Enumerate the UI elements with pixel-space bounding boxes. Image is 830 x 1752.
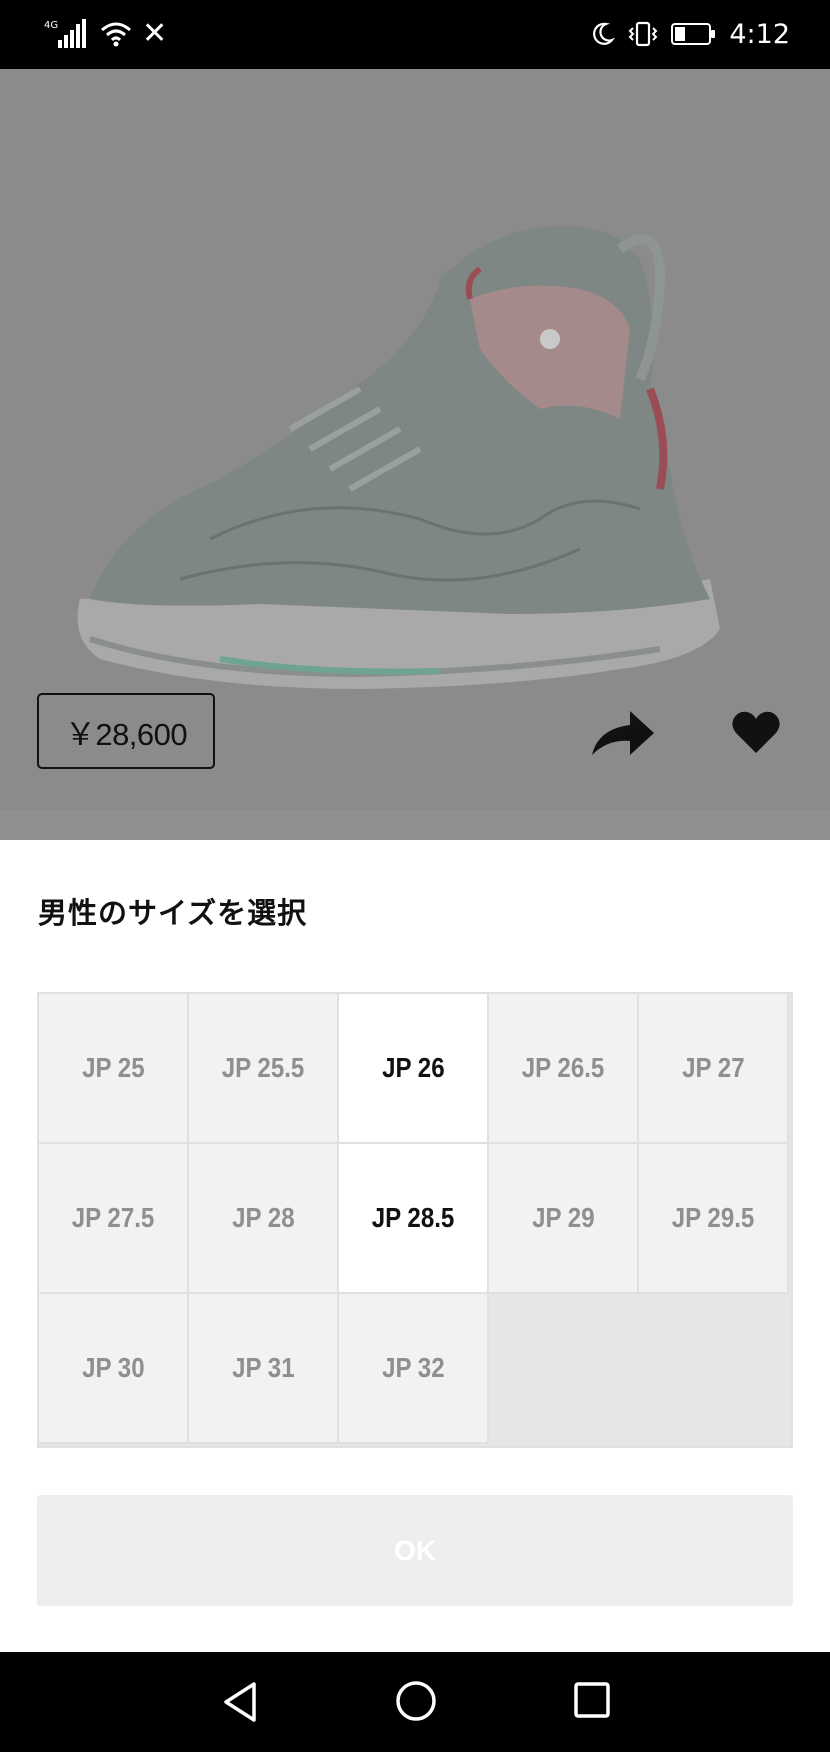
ok-button[interactable]: OK — [37, 1495, 793, 1606]
moon-icon — [593, 22, 616, 45]
price-tag: ￥28,600 — [37, 693, 215, 769]
heart-icon[interactable] — [730, 707, 782, 759]
network-label: 4G — [44, 20, 58, 31]
size-option[interactable]: JP 25 — [39, 994, 189, 1144]
size-selection-sheet: 男性のサイズを選択 JP 25 JP 25.5 JP 26 JP 26.5 JP 27 J… — [0, 840, 830, 1652]
size-grid: JP 25 JP 25.5 JP 26 JP 26.5 JP 27 JP 27.5 JP 2… — [37, 992, 793, 1448]
size-option[interactable]: JP 28.5 — [339, 1144, 489, 1294]
wifi-icon — [101, 22, 131, 47]
signal-icon: 4G — [44, 19, 86, 48]
size-option-label: JP 25 — [81, 1052, 145, 1083]
size-option-label: JP 29.5 — [671, 1202, 755, 1233]
size-option[interactable]: JP 29 — [489, 1144, 639, 1294]
navigation-bar — [0, 1652, 830, 1752]
home-icon[interactable] — [394, 1679, 438, 1723]
size-option[interactable]: JP 32 — [339, 1294, 489, 1444]
size-option-label: JP 26 — [381, 1052, 445, 1083]
size-option-label: JP 26.5 — [521, 1052, 605, 1083]
size-option-label: JP 32 — [381, 1352, 445, 1383]
size-option[interactable]: JP 26 — [339, 994, 489, 1144]
size-option-label: JP 29 — [531, 1202, 595, 1233]
share-icon[interactable] — [590, 709, 656, 759]
size-option-label: JP 27 — [681, 1052, 745, 1083]
status-bar: 4G ✕ 4:12 — [0, 0, 830, 69]
screen: 4G ✕ 4:12 ￥28,600 男性のサイズを選択 JP 25 JP 25.… — [0, 0, 830, 1752]
size-option[interactable]: JP 26.5 — [489, 994, 639, 1144]
size-option-label: JP 28.5 — [371, 1202, 455, 1233]
x-icon: ✕ — [142, 16, 168, 51]
size-option[interactable]: JP 28 — [189, 1144, 339, 1294]
size-option-label: JP 30 — [81, 1352, 145, 1383]
size-option[interactable]: JP 29.5 — [639, 1144, 789, 1294]
recent-apps-icon[interactable] — [573, 1681, 611, 1719]
sheet-title: 男性のサイズを選択 — [38, 896, 308, 930]
size-option[interactable]: JP 31 — [189, 1294, 339, 1444]
product-bottom-band — [0, 810, 830, 840]
size-option[interactable]: JP 30 — [39, 1294, 189, 1444]
vibrate-icon — [628, 21, 658, 47]
back-icon[interactable] — [218, 1680, 262, 1724]
status-time: 4:12 — [729, 18, 790, 50]
size-option-label: JP 28 — [231, 1202, 295, 1233]
size-option-label: JP 31 — [231, 1352, 295, 1383]
status-left: 4G ✕ — [44, 16, 167, 52]
battery-icon — [671, 23, 716, 45]
size-option[interactable]: JP 25.5 — [189, 994, 339, 1144]
size-option-label: JP 27.5 — [71, 1202, 155, 1233]
size-option[interactable]: JP 27.5 — [39, 1144, 189, 1294]
product-image[interactable] — [60, 219, 770, 699]
size-option[interactable]: JP 27 — [639, 994, 789, 1144]
size-option-label: JP 25.5 — [221, 1052, 305, 1083]
status-right: 4:12 — [589, 14, 790, 54]
product-area: ￥28,600 — [0, 69, 830, 840]
